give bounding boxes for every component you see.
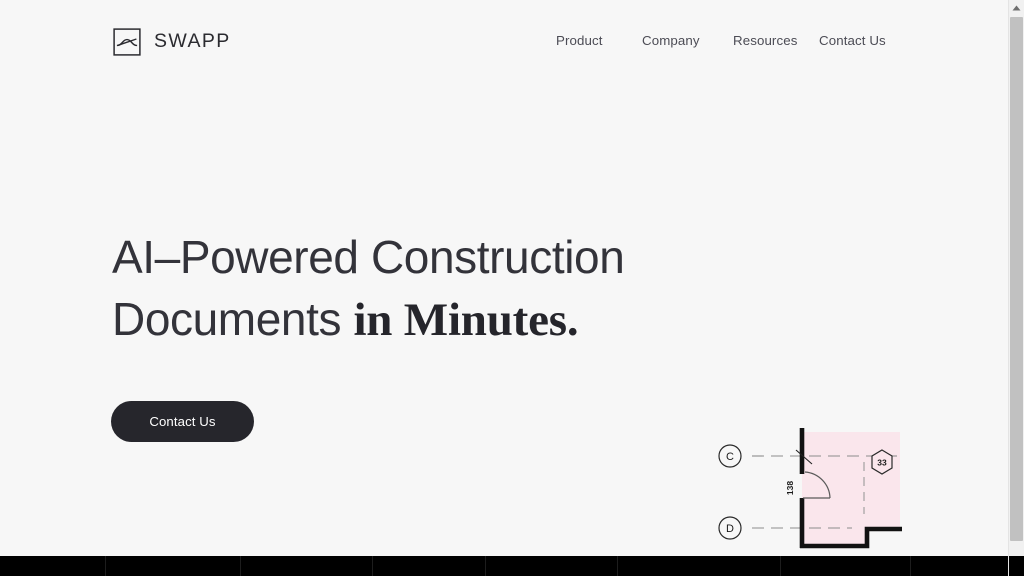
nav-item-contact-us[interactable]: Contact Us <box>819 33 905 48</box>
contact-us-button[interactable]: Contact Us <box>111 401 254 442</box>
dimension-label: 138 <box>785 481 795 495</box>
band-divider <box>240 556 241 576</box>
hero-heading-regular: Documents <box>112 293 354 345</box>
main-nav: Product Company Resources Contact Us <box>556 33 905 48</box>
hero-heading-line-2: Documents in Minutes. <box>112 288 752 351</box>
band-divider <box>105 556 106 576</box>
band-divider <box>485 556 486 576</box>
band-divider <box>617 556 618 576</box>
scrollbar-bottom-cap <box>1009 556 1024 576</box>
band-divider <box>372 556 373 576</box>
band-divider <box>910 556 911 576</box>
site-header: SWAPP Product Company Resources Contact … <box>0 0 1008 84</box>
scrollbar-thumb[interactable] <box>1010 17 1023 541</box>
vertical-scrollbar[interactable] <box>1008 0 1024 576</box>
nav-item-resources[interactable]: Resources <box>733 33 819 48</box>
floor-plan-graphic: 138 33 C D <box>712 422 912 562</box>
hero-heading-emphasis: in Minutes. <box>353 294 579 346</box>
brand-logo[interactable]: SWAPP <box>113 28 231 56</box>
grid-bubble-d: D <box>718 516 742 540</box>
grid-bubble-d-label: D <box>726 523 734 535</box>
page-title: AI–Powered Construction Documents in Min… <box>112 226 752 351</box>
dark-section-band <box>0 556 1008 576</box>
nav-item-product[interactable]: Product <box>556 33 642 48</box>
room-tag: 33 <box>871 449 893 475</box>
room-tag-label: 33 <box>877 458 887 468</box>
nav-item-company[interactable]: Company <box>642 33 733 48</box>
swapp-square-s-icon <box>113 28 141 56</box>
chevron-up-icon[interactable] <box>1009 0 1024 16</box>
hero-heading-line-1: AI–Powered Construction <box>112 231 625 283</box>
grid-bubble-c-label: C <box>726 451 734 463</box>
page-viewport: SWAPP Product Company Resources Contact … <box>0 0 1008 576</box>
grid-bubble-c: C <box>718 444 742 468</box>
brand-name: SWAPP <box>154 30 231 53</box>
band-divider <box>780 556 781 576</box>
